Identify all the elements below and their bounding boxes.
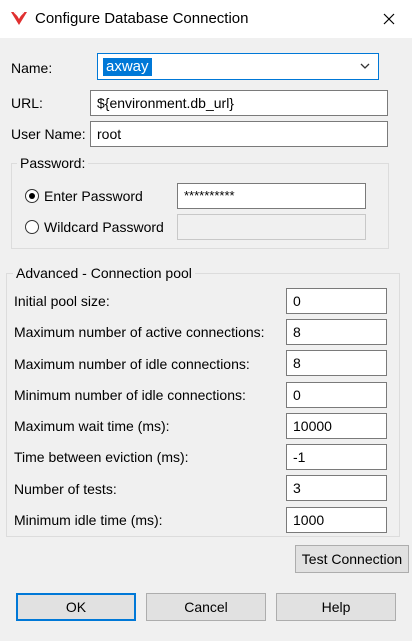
initial-pool-size-input[interactable]: 0 xyxy=(286,288,387,314)
name-combobox-value: axway xyxy=(103,58,152,76)
number-of-tests-input[interactable]: 3 xyxy=(286,475,387,501)
wildcard-password-label[interactable]: Wildcard Password xyxy=(44,219,164,235)
max-active-connections-label: Maximum number of active connections: xyxy=(14,324,265,340)
cancel-button[interactable]: Cancel xyxy=(146,593,266,621)
url-input[interactable]: ${environment.db_url} xyxy=(90,90,388,116)
name-combobox[interactable]: axway xyxy=(97,53,379,80)
wildcard-password-input xyxy=(177,214,366,240)
max-idle-connections-label: Maximum number of idle connections: xyxy=(14,356,250,372)
username-label: User Name: xyxy=(11,126,86,142)
window-title: Configure Database Connection xyxy=(35,10,249,27)
wildcard-password-radio[interactable] xyxy=(25,220,39,234)
ok-button[interactable]: OK xyxy=(16,593,136,621)
axway-logo-icon xyxy=(11,11,27,25)
time-between-eviction-input[interactable]: -1 xyxy=(286,444,387,470)
enter-password-radio[interactable] xyxy=(25,189,39,203)
radio-selected-dot xyxy=(29,193,35,199)
min-idle-connections-input[interactable]: 0 xyxy=(286,382,387,408)
enter-password-label[interactable]: Enter Password xyxy=(44,188,143,204)
max-wait-time-input[interactable]: 10000 xyxy=(286,413,387,439)
initial-pool-size-label: Initial pool size: xyxy=(14,293,110,309)
title-bar: Configure Database Connection xyxy=(0,0,412,38)
name-label: Name: xyxy=(11,60,53,76)
help-button[interactable]: Help xyxy=(276,593,396,621)
max-wait-time-label: Maximum wait time (ms): xyxy=(14,418,170,434)
number-of-tests-label: Number of tests: xyxy=(14,481,117,497)
enter-password-input[interactable]: ********** xyxy=(177,183,366,209)
password-group-label: Password: xyxy=(17,155,89,171)
chevron-down-icon[interactable] xyxy=(360,62,370,70)
min-idle-connections-label: Minimum number of idle connections: xyxy=(14,387,246,403)
time-between-eviction-label: Time between eviction (ms): xyxy=(14,449,189,465)
username-input[interactable]: root xyxy=(90,121,388,147)
close-button[interactable] xyxy=(366,0,412,38)
max-idle-connections-input[interactable]: 8 xyxy=(286,350,387,376)
test-connection-button[interactable]: Test Connection xyxy=(295,545,409,573)
max-active-connections-input[interactable]: 8 xyxy=(286,319,387,345)
min-idle-time-input[interactable]: 1000 xyxy=(286,507,387,533)
close-icon xyxy=(383,13,395,25)
connection-pool-group-label: Advanced - Connection pool xyxy=(13,265,195,281)
url-label: URL: xyxy=(11,95,43,111)
min-idle-time-label: Minimum idle time (ms): xyxy=(14,512,163,528)
